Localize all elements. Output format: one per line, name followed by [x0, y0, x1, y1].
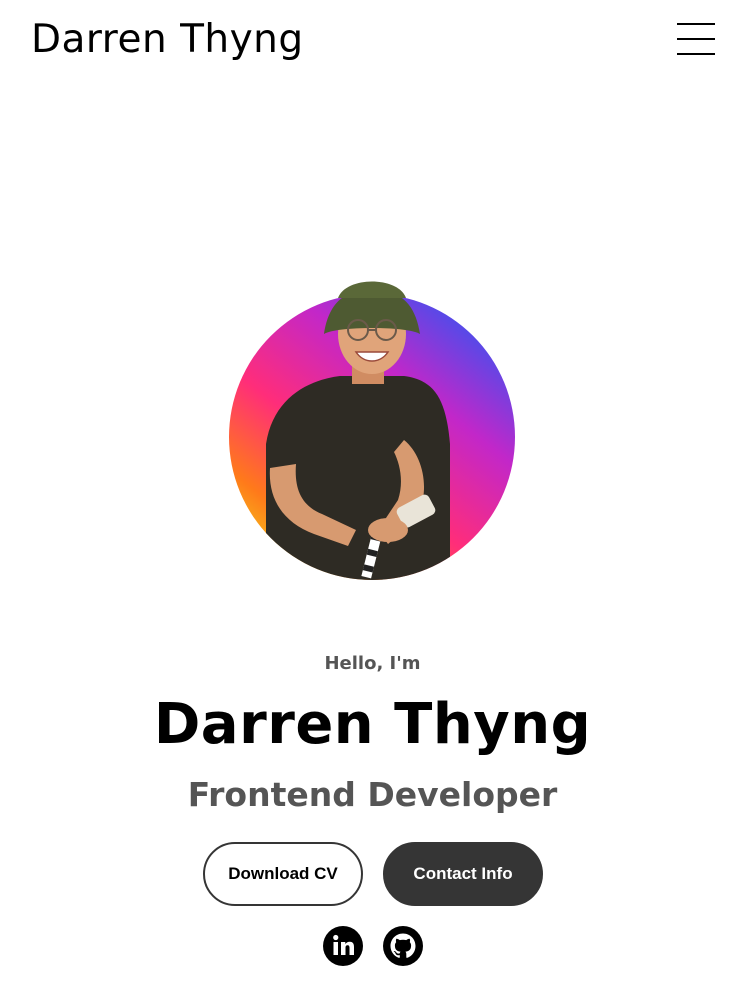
greeting-text: Hello, I'm	[324, 653, 421, 674]
menu-line	[677, 53, 715, 55]
github-icon[interactable]	[383, 926, 423, 966]
menu-line	[677, 38, 715, 40]
hero-name: Darren Thyng	[153, 692, 592, 757]
hero-role: Frontend Developer	[187, 775, 558, 814]
contact-info-button[interactable]: Contact Info	[383, 842, 543, 906]
download-cv-button[interactable]: Download CV	[203, 842, 363, 906]
site-logo[interactable]: Darren Thyng	[31, 14, 304, 66]
profile-photo	[228, 268, 518, 584]
page: Darren Thyng Hello, I'm Darren Thyng Fro…	[0, 0, 745, 1004]
linkedin-icon[interactable]	[323, 926, 363, 966]
menu-line	[677, 23, 715, 25]
hamburger-menu-icon[interactable]	[677, 22, 715, 56]
site-header: Darren Thyng	[0, 0, 745, 84]
